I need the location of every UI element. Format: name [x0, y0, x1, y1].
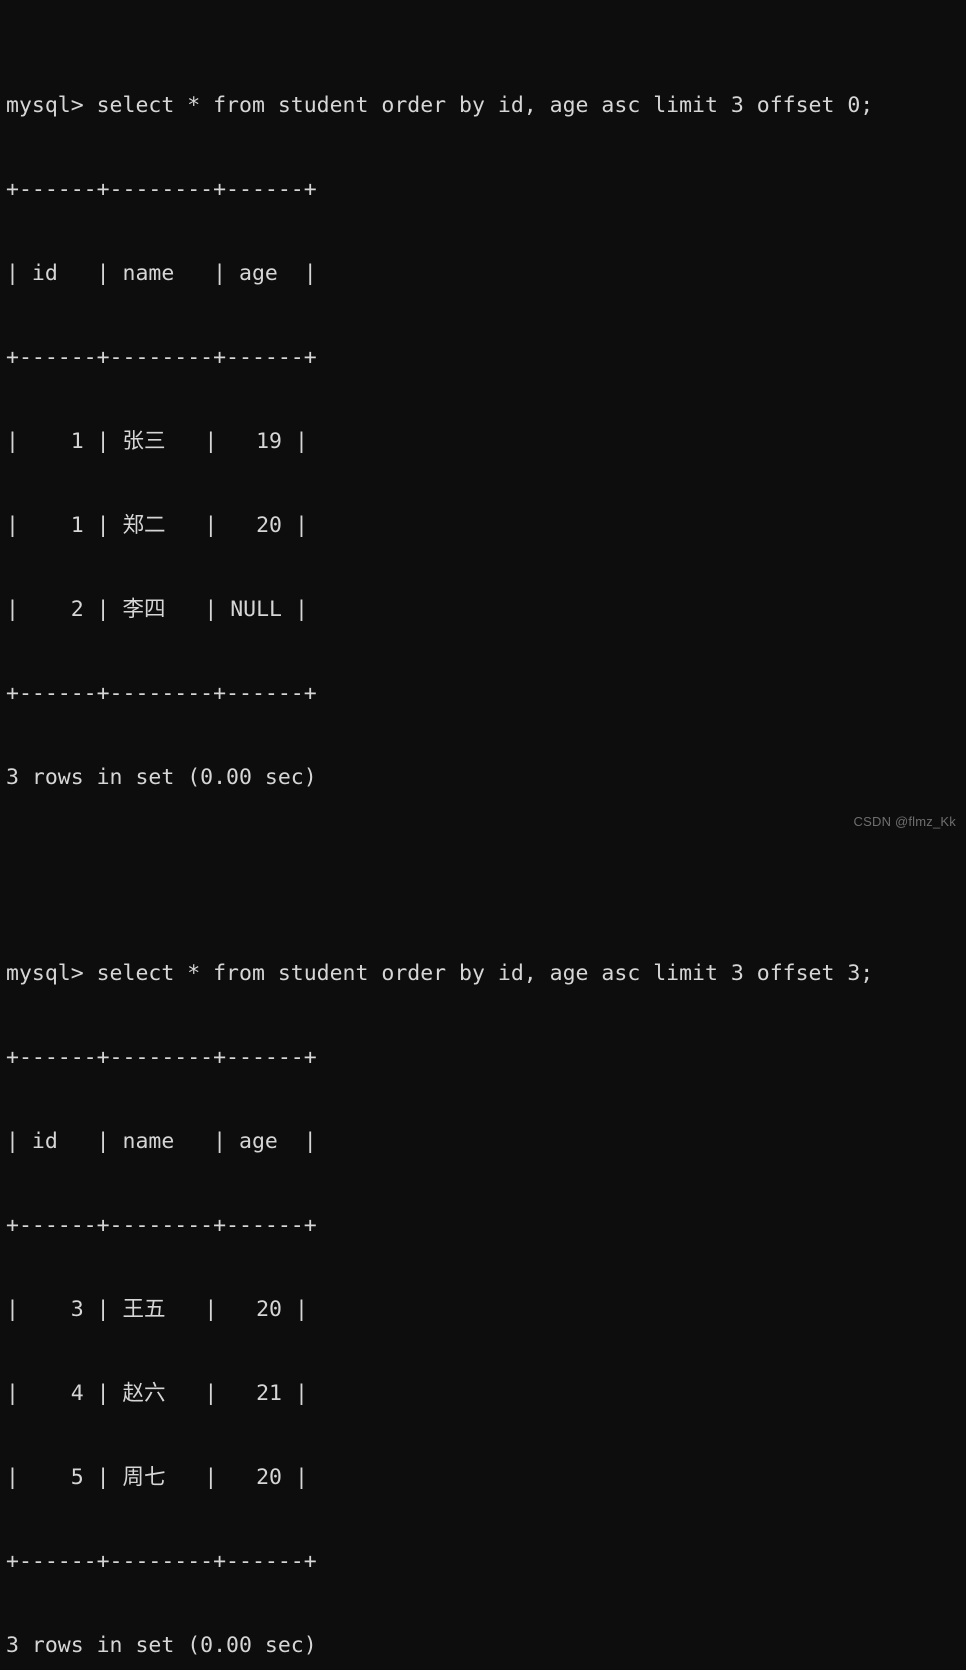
query-line: mysql> select * from student order by id… — [6, 93, 874, 118]
table-row: | 1 | 郑二 | 20 | — [6, 513, 308, 538]
table-row: | 3 | 王五 | 20 | — [6, 1297, 308, 1322]
table-row: | 1 | 张三 | 19 | — [6, 429, 308, 454]
table-separator-top: +------+--------+------+ — [6, 1045, 317, 1070]
table-header-row: | id | name | age | — [6, 1129, 317, 1154]
table-separator-mid: +------+--------+------+ — [6, 1213, 317, 1238]
result-status-line: 3 rows in set (0.00 sec) — [6, 765, 317, 790]
result-status-line: 3 rows in set (0.00 sec) — [6, 1633, 317, 1658]
table-row: | 2 | 李四 | NULL | — [6, 597, 308, 622]
query-line: mysql> select * from student order by id… — [6, 961, 874, 986]
table-separator-top: +------+--------+------+ — [6, 177, 317, 202]
table-row: | 5 | 周七 | 20 | — [6, 1465, 308, 1490]
table-header-row: | id | name | age | — [6, 261, 317, 286]
table-row: | 4 | 赵六 | 21 | — [6, 1381, 308, 1406]
table-separator-bottom: +------+--------+------+ — [6, 681, 317, 706]
terminal-output[interactable]: mysql> select * from student order by id… — [0, 0, 966, 1658]
table-separator-bottom: +------+--------+------+ — [6, 1549, 317, 1574]
watermark: CSDN @flmz_Kk — [853, 814, 956, 829]
table-separator-mid: +------+--------+------+ — [6, 345, 317, 370]
